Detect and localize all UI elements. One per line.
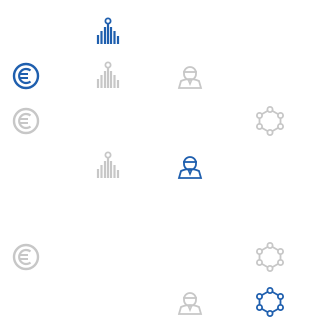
user-icon[interactable] [172, 58, 208, 94]
bar-chart-pin-icon[interactable] [90, 58, 126, 94]
user-icon[interactable] [172, 284, 208, 320]
bar-chart-pin-icon[interactable] [90, 148, 126, 184]
euro-icon[interactable] [8, 58, 44, 94]
network-icon[interactable] [252, 239, 288, 275]
euro-icon[interactable] [8, 239, 44, 275]
euro-icon[interactable] [8, 103, 44, 139]
network-icon[interactable] [252, 284, 288, 320]
network-icon[interactable] [252, 103, 288, 139]
bar-chart-pin-icon[interactable] [90, 14, 126, 50]
icon-grid [0, 0, 283, 319]
user-icon[interactable] [172, 148, 208, 184]
